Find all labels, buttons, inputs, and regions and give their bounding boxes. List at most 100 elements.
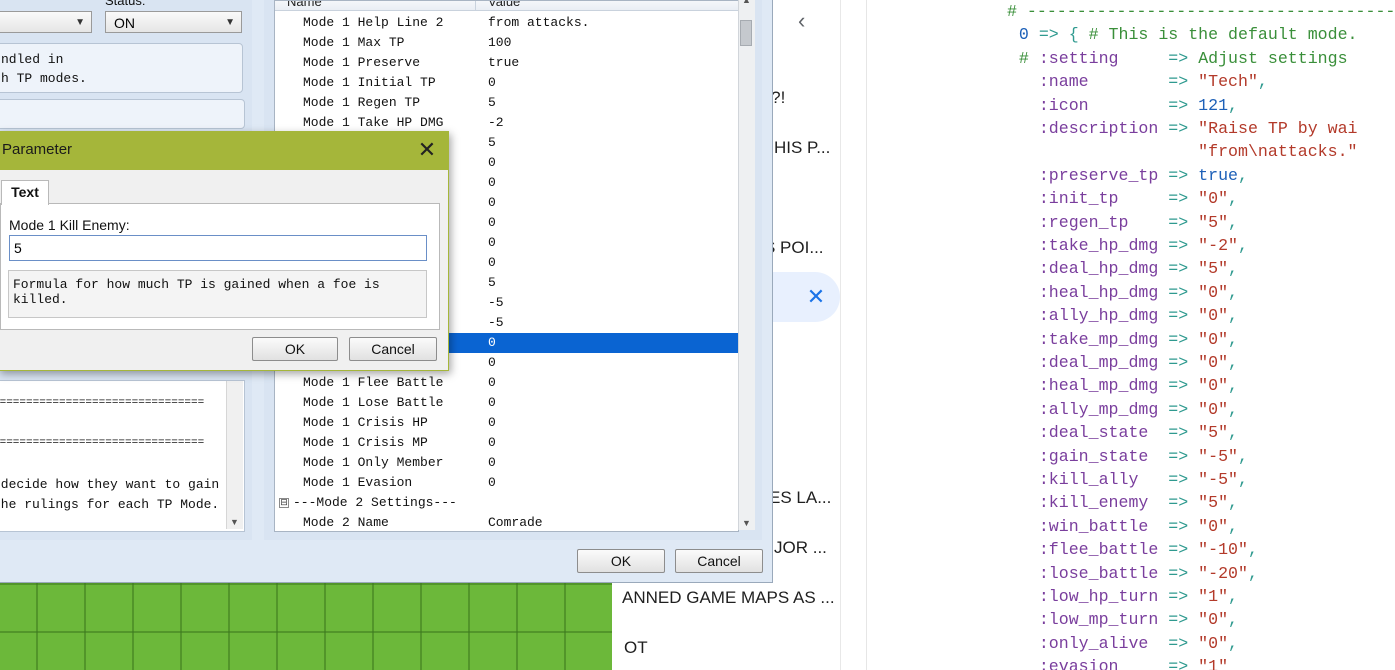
row-name: Mode 1 Take HP DMG — [303, 115, 444, 130]
ok-button[interactable]: OK — [252, 337, 338, 361]
code-line: :low_mp_turn => "0", — [999, 610, 1238, 629]
row-name: Mode 2 Name — [303, 515, 389, 530]
row-name: Mode 1 Preserve — [303, 55, 421, 70]
code-token: "from\nattacks." — [999, 142, 1358, 162]
list-item[interactable]: HIS P... — [774, 138, 830, 158]
help-line: ================================ — [0, 437, 205, 449]
code-token: # --------------------------------------… — [1007, 2, 1395, 21]
code-token: , — [1228, 399, 1239, 419]
close-icon[interactable]: ✕ — [415, 138, 439, 162]
code-token: => — [1118, 48, 1199, 68]
chevron-down-icon: ▼ — [75, 17, 85, 28]
row-value: 0 — [488, 255, 496, 270]
list-item[interactable]: ES LA... — [769, 488, 831, 508]
table-row[interactable]: Mode 1 Crisis MP 0 — [275, 433, 738, 453]
row-value: Comrade — [488, 515, 543, 530]
column-header-name[interactable]: Name — [275, 1, 475, 11]
table-row[interactable]: Mode 1 Evasion 0 — [275, 473, 738, 493]
code-line: :take_hp_dmg => "-2", — [999, 236, 1248, 255]
code-token: :heal_mp_dmg — [999, 376, 1159, 396]
cancel-button[interactable]: Cancel — [349, 337, 437, 361]
scroll-up-icon[interactable]: ▲ — [742, 0, 751, 5]
table-row[interactable]: Mode 1 Take HP DMG -2 — [275, 113, 738, 133]
close-icon[interactable]: ✕ — [805, 286, 827, 308]
table-row[interactable]: Mode 1 Max TP 100 — [275, 33, 738, 53]
ok-button[interactable]: OK — [577, 549, 665, 573]
list-item[interactable]: OT — [624, 638, 648, 658]
code-token: "-2" — [1198, 236, 1239, 255]
code-token: :kill_ally — [999, 470, 1139, 489]
cancel-button[interactable]: Cancel — [675, 549, 763, 573]
code-token: :take_mp_dmg — [999, 329, 1159, 349]
table-row[interactable]: Mode 1 Flee Battle 0 — [275, 373, 738, 393]
help-line: decide how they want to gain — [0, 477, 220, 492]
code-token: :regen_tp — [999, 212, 1129, 232]
column-header-value[interactable]: Value — [475, 1, 738, 11]
table-row[interactable]: Mode 1 Lose Battle 0 — [275, 393, 738, 413]
row-value: 0 — [488, 335, 496, 350]
row-value: 0 — [488, 395, 496, 410]
row-name: Mode 1 Initial TP — [303, 75, 436, 90]
code-token: , — [1228, 329, 1239, 349]
code-token: :heal_hp_dmg — [999, 282, 1159, 302]
code-token: , — [1238, 470, 1248, 489]
code-token: :take_hp_dmg — [999, 236, 1159, 255]
code-token: => — [1158, 306, 1199, 326]
code-token: "0" — [1198, 329, 1229, 349]
code-editor[interactable]: # --------------------------------------… — [866, 0, 1395, 670]
list-item[interactable]: JOR ... — [774, 538, 827, 558]
tab-text[interactable]: Text — [1, 180, 49, 205]
table-row[interactable]: ⊟ ---Mode 2 Settings--- — [275, 493, 738, 513]
chevron-left-icon[interactable]: ‹ — [798, 8, 805, 34]
status-value: ON — [114, 15, 135, 31]
collapse-toggle-icon[interactable]: ⊟ — [279, 498, 289, 508]
table-row[interactable]: Mode 1 Initial TP 0 — [275, 73, 738, 93]
row-name: Mode 1 Lose Battle — [303, 395, 444, 410]
table-row[interactable]: Mode 1 Regen TP 5 — [275, 93, 738, 113]
code-token: :kill_enemy — [999, 493, 1149, 513]
code-line: # --------------------------------------… — [1007, 2, 1395, 21]
code-token: "5" — [1198, 212, 1229, 232]
code-token: => — [1138, 470, 1199, 489]
code-token: "0" — [1198, 282, 1229, 302]
status-select[interactable]: ON ▼ — [105, 11, 242, 33]
code-line: :take_mp_dmg => "0", — [999, 330, 1238, 349]
table-row[interactable]: Mode 1 Help Line 2 from attacks. — [275, 13, 738, 33]
row-value: -5 — [488, 295, 504, 310]
help-scrollbar[interactable]: ▼ — [226, 381, 243, 529]
table-row[interactable]: Mode 1 Preserve true — [275, 53, 738, 73]
table-row[interactable]: Mode 1 Only Member 0 — [275, 453, 738, 473]
code-token: => — [1118, 189, 1199, 209]
field-label: Mode 1 Kill Enemy: — [9, 217, 130, 233]
code-token: Adjust settings — [1198, 48, 1348, 68]
code-token: , — [1228, 423, 1239, 443]
code-token: , — [1247, 563, 1258, 583]
scroll-down-icon[interactable]: ▼ — [742, 518, 751, 528]
parameter-dialog: Parameter ✕ Text Mode 1 Kill Enemy: Form… — [0, 131, 449, 371]
code-token: "Tech" — [1198, 72, 1258, 92]
code-line: :deal_mp_dmg => "0", — [999, 353, 1238, 372]
code-token: "0" — [1198, 306, 1229, 326]
code-line: :low_hp_turn => "1", — [999, 587, 1238, 606]
kill-enemy-input[interactable] — [9, 235, 427, 261]
plugin-name-select[interactable]: ▼ — [0, 11, 92, 33]
plugin-description: ndled in h TP modes. — [0, 43, 243, 93]
code-token: => — [1158, 587, 1199, 606]
description-line: h TP modes. — [1, 71, 87, 86]
scrollbar-thumb[interactable] — [740, 20, 752, 46]
scroll-down-icon[interactable]: ▼ — [230, 517, 239, 527]
row-value: 100 — [488, 35, 512, 50]
row-value: 0 — [488, 415, 496, 430]
table-row[interactable]: Mode 2 Name Comrade — [275, 513, 738, 531]
code-token: , — [1228, 282, 1239, 302]
code-token: => — [1158, 353, 1199, 372]
dialog-title-bar[interactable]: Parameter ✕ — [0, 132, 448, 170]
code-line: :lose_battle => "-20", — [999, 564, 1258, 583]
row-value: 5 — [488, 135, 496, 150]
parameters-scrollbar[interactable]: ▲ ▼ — [738, 0, 755, 530]
code-token: :low_hp_turn — [999, 587, 1159, 606]
table-row[interactable]: Mode 1 Crisis HP 0 — [275, 413, 738, 433]
code-token: => { — [1028, 25, 1089, 45]
code-token: :setting — [1038, 48, 1119, 68]
list-item[interactable]: ANNED GAME MAPS AS ... — [622, 588, 835, 608]
